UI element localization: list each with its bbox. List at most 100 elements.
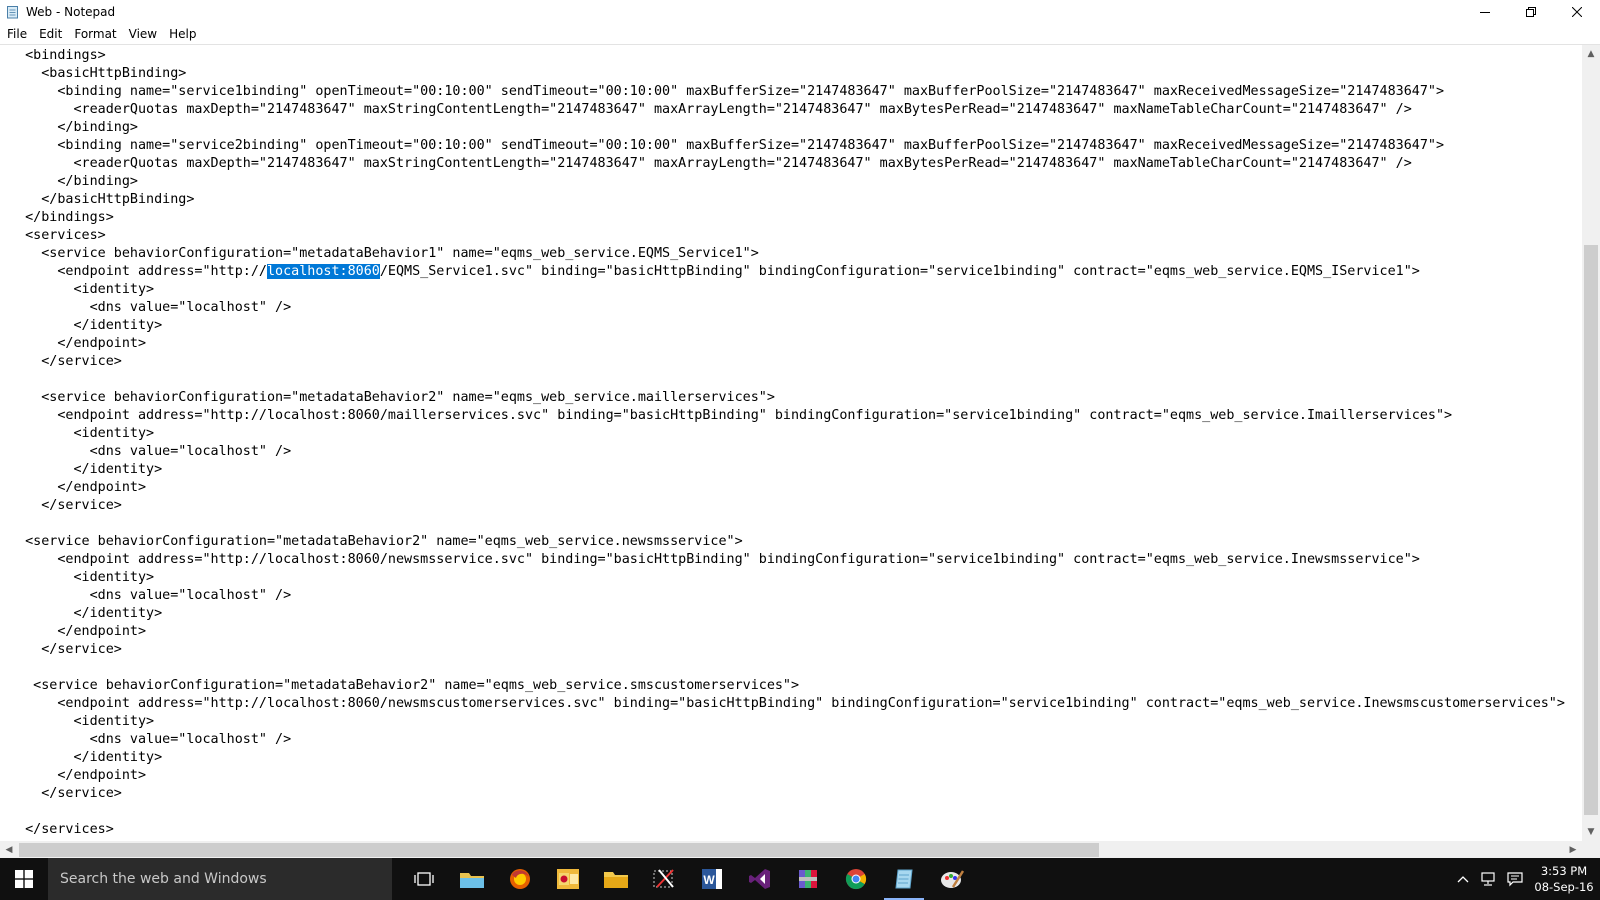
code-line[interactable]: <endpoint address="http://localhost:8060… (9, 695, 1565, 713)
code-line[interactable]: <identity> (9, 281, 1565, 299)
chevron-up-icon (1457, 876, 1469, 883)
text-editor[interactable]: <bindings> <basicHttpBinding> <binding n… (0, 45, 1582, 841)
code-line[interactable]: <service behaviorConfiguration="metadata… (9, 677, 1565, 695)
notifications-button[interactable] (1502, 858, 1528, 900)
title-bar: Web - Notepad (0, 0, 1600, 24)
minimize-icon (1480, 12, 1490, 13)
network-button[interactable] (1476, 858, 1502, 900)
editor-content[interactable]: <bindings> <basicHttpBinding> <binding n… (9, 47, 1565, 839)
vertical-scrollbar[interactable]: ▲ ▼ (1582, 45, 1600, 841)
notifications-icon (1507, 872, 1523, 887)
code-line[interactable]: <basicHttpBinding> (9, 65, 1565, 83)
code-line[interactable]: ​ (9, 371, 1565, 389)
code-line[interactable]: <bindings> (9, 47, 1565, 65)
search-placeholder: Search the web and Windows (60, 871, 267, 887)
taskbar-paint[interactable] (928, 858, 976, 900)
start-button[interactable] (0, 858, 48, 900)
code-line[interactable]: ​ (9, 515, 1565, 533)
taskbar: Search the web and Windows W 3:53 PM 08-… (0, 858, 1600, 900)
notepad-app-icon[interactable] (6, 5, 20, 19)
code-line[interactable]: </identity> (9, 317, 1565, 335)
taskbar-folder[interactable] (592, 858, 640, 900)
paint-icon (941, 870, 965, 888)
code-line[interactable]: </endpoint> (9, 767, 1565, 785)
code-line[interactable]: <identity> (9, 569, 1565, 587)
horizontal-scroll-thumb[interactable] (19, 843, 1099, 857)
taskbar-outlook[interactable] (544, 858, 592, 900)
taskbar-word[interactable]: W (688, 858, 736, 900)
code-line[interactable]: </identity> (9, 461, 1565, 479)
taskbar-firefox[interactable] (496, 858, 544, 900)
code-line[interactable]: <identity> (9, 713, 1565, 731)
code-line[interactable]: </bindings> (9, 209, 1565, 227)
menu-format[interactable]: Format (68, 24, 122, 44)
code-line[interactable]: </endpoint> (9, 623, 1565, 641)
code-line[interactable]: <service behaviorConfiguration="metadata… (9, 245, 1565, 263)
scroll-up-icon[interactable]: ▲ (1582, 45, 1600, 63)
scroll-down-icon[interactable]: ▼ (1582, 823, 1600, 841)
folder-icon (604, 872, 628, 888)
minimize-button[interactable] (1462, 0, 1508, 24)
menu-help[interactable]: Help (163, 24, 202, 44)
clock-time: 3:53 PM (1540, 864, 1588, 878)
code-line[interactable]: </service> (9, 353, 1565, 371)
close-button[interactable] (1554, 0, 1600, 24)
code-line[interactable]: <service behaviorConfiguration="metadata… (9, 533, 1565, 551)
code-line[interactable]: </binding> (9, 119, 1565, 137)
code-line[interactable]: <dns value="localhost" /> (9, 299, 1565, 317)
code-line[interactable]: ​ (9, 803, 1565, 821)
taskbar-snipping-tool[interactable] (640, 858, 688, 900)
code-line[interactable]: </endpoint> (9, 479, 1565, 497)
restore-button[interactable] (1508, 0, 1554, 24)
taskbar-visual-studio[interactable] (736, 858, 784, 900)
taskbar-file-explorer[interactable] (448, 858, 496, 900)
taskbar-apps: W (400, 858, 976, 900)
search-box[interactable]: Search the web and Windows (48, 858, 392, 900)
code-line[interactable]: </binding> (9, 173, 1565, 191)
menu-view[interactable]: View (123, 24, 163, 44)
code-line[interactable]: <binding name="service1binding" openTime… (9, 83, 1565, 101)
code-line[interactable]: <endpoint address="http://localhost:8060… (9, 551, 1565, 569)
clock-date: 08-Sep-16 (1534, 880, 1594, 894)
code-line[interactable]: <endpoint address="http://localhost:8060… (9, 407, 1565, 425)
code-line[interactable]: </identity> (9, 749, 1565, 767)
text-selection[interactable]: localhost:8060 (266, 264, 380, 279)
task-view-button[interactable] (400, 858, 448, 900)
code-line[interactable]: <dns value="localhost" /> (9, 587, 1565, 605)
code-line[interactable]: <readerQuotas maxDepth="2147483647" maxS… (9, 155, 1565, 173)
code-line[interactable]: <binding name="service2binding" openTime… (9, 137, 1565, 155)
menu-file[interactable]: File (1, 24, 33, 44)
taskbar-archive[interactable] (784, 858, 832, 900)
code-line[interactable]: </service> (9, 785, 1565, 803)
code-line[interactable]: </identity> (9, 605, 1565, 623)
code-line[interactable]: <services> (9, 227, 1565, 245)
code-line[interactable]: <endpoint address="http://localhost:8060… (9, 263, 1565, 281)
code-line[interactable]: </service> (9, 497, 1565, 515)
taskbar-notepad[interactable] (880, 858, 928, 900)
code-line[interactable]: <dns value="localhost" /> (9, 731, 1565, 749)
horizontal-scrollbar[interactable]: ◀ ▶ (0, 841, 1582, 859)
code-line[interactable]: </services> (9, 821, 1565, 839)
code-line[interactable]: <service behaviorConfiguration="metadata… (9, 389, 1565, 407)
show-hidden-icons-button[interactable] (1450, 858, 1476, 900)
scroll-left-icon[interactable]: ◀ (0, 841, 18, 859)
clock[interactable]: 3:53 PM 08-Sep-16 (1528, 863, 1600, 895)
code-line[interactable]: ​ (9, 659, 1565, 677)
editor-frame: <bindings> <basicHttpBinding> <binding n… (0, 44, 1600, 859)
code-line[interactable]: <readerQuotas maxDepth="2147483647" maxS… (9, 101, 1565, 119)
scroll-right-icon[interactable]: ▶ (1564, 841, 1582, 859)
snipping-tool-icon (653, 869, 674, 888)
scrollbar-corner (1582, 841, 1600, 859)
taskbar-chrome[interactable] (832, 858, 880, 900)
code-line[interactable]: <identity> (9, 425, 1565, 443)
code-line[interactable]: </basicHttpBinding> (9, 191, 1565, 209)
restore-icon (1526, 7, 1536, 17)
vertical-scroll-thumb[interactable] (1584, 245, 1598, 815)
menu-edit[interactable]: Edit (33, 24, 68, 44)
outlook-icon (557, 869, 579, 889)
code-line[interactable]: <dns value="localhost" /> (9, 443, 1565, 461)
task-view-icon (414, 872, 434, 886)
visual-studio-icon (749, 869, 770, 889)
code-line[interactable]: </service> (9, 641, 1565, 659)
code-line[interactable]: </endpoint> (9, 335, 1565, 353)
